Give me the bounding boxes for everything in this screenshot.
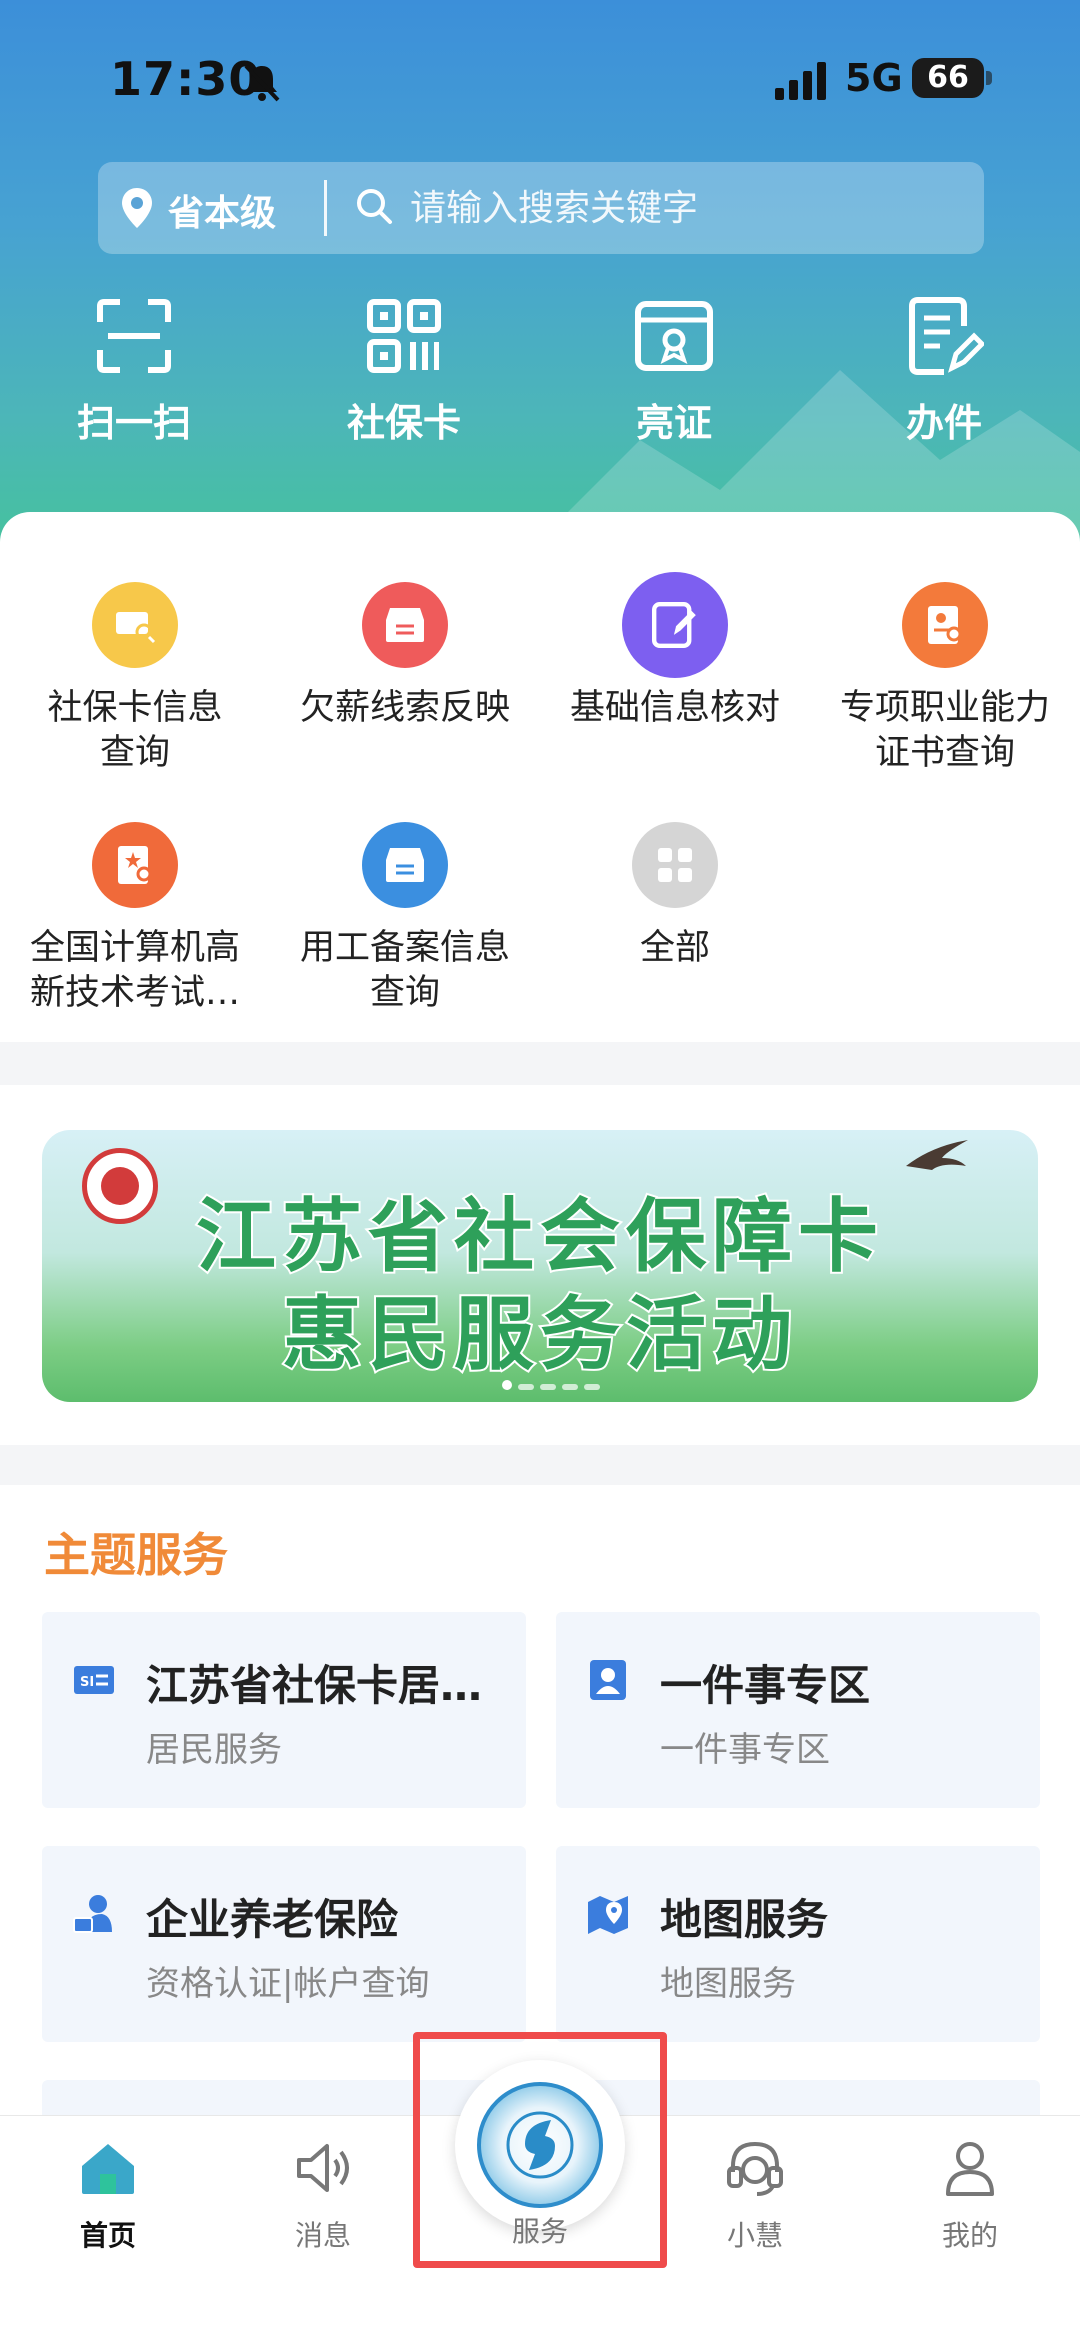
qr-code-icon (367, 299, 441, 373)
service-label-line2: 查询 (369, 973, 440, 1013)
service-item-vocational-certificate[interactable]: 专项职业能力 证书查询 (810, 582, 1080, 776)
edit-document-icon (909, 297, 984, 375)
tab-messages[interactable]: 消息 (243, 2136, 403, 2254)
quick-action-handle-case[interactable]: 办件 (854, 296, 1034, 447)
service-label-line2: 新技术考试… (29, 973, 240, 1013)
tile-title: 一件事专区 (660, 1661, 871, 1710)
tile-subtitle: 资格认证|帐户查询 (146, 1964, 430, 2004)
user-icon (946, 2142, 994, 2196)
tile-title: 企业养老保险 (146, 1895, 399, 1944)
quick-action-social-card[interactable]: 社保卡 (314, 296, 494, 447)
grid-icon (632, 822, 718, 908)
quick-action-label: 办件 (905, 401, 982, 445)
home-icon (82, 2144, 134, 2194)
service-label-line2: 查询 (99, 733, 170, 773)
service-item-basic-info-check[interactable]: 基础信息核对 (540, 572, 810, 731)
tile-title: 地图服务 (660, 1895, 829, 1944)
promo-banner[interactable]: 江苏省社会保障卡 惠民服务活动 (42, 1130, 1038, 1402)
quick-action-label: 扫一扫 (76, 401, 191, 445)
map-pin-icon (588, 1896, 628, 1934)
app-screen: 17:30 5G 66 省本级 请输入搜索关键字 扫一扫 社保卡 亮证 办件 社… (0, 0, 1080, 2341)
carousel-indicator (502, 1375, 622, 1390)
service-label: 全部 (639, 928, 710, 968)
status-bar: 17:30 5G 66 (0, 0, 1080, 150)
highlight-box (413, 2032, 667, 2268)
signal-icon (775, 62, 826, 100)
inbox-icon (362, 582, 448, 668)
service-label: 全国计算机高 (29, 928, 240, 968)
tile-title: 江苏省社保卡居… (146, 1661, 483, 1710)
quick-action-show-certificate[interactable]: 亮证 (584, 296, 764, 447)
theme-tile-map[interactable]: 地图服务 地图服务 (556, 1846, 1040, 2042)
search-bar[interactable]: 省本级 (98, 162, 984, 254)
pension-icon (73, 1895, 112, 1933)
headset-icon (727, 2141, 783, 2196)
quick-action-label: 社保卡 (346, 401, 461, 445)
mute-bell-icon (244, 64, 280, 102)
service-label: 专项职业能力 (839, 688, 1050, 728)
certificate-search-icon (902, 582, 988, 668)
theme-tile-pension[interactable]: 企业养老保险 资格认证|帐户查询 (42, 1846, 526, 2042)
certificate-icon (635, 301, 713, 371)
tile-subtitle: 居民服务 (146, 1730, 282, 1770)
battery-nub (986, 71, 992, 85)
network-type: 5G (845, 56, 903, 100)
service-grid: 社保卡信息查询 欠薪线索反映 基础信息核对 专项职业能力 证书查询 全国计算机高新… (0, 512, 1080, 1042)
search-divider (324, 180, 327, 236)
quick-action-label: 亮证 (635, 401, 712, 445)
edit-icon (622, 572, 728, 678)
theme-tile-social-card[interactable]: SI 江苏省社保卡居… 居民服务 (42, 1612, 526, 1808)
location-pin-icon[interactable] (120, 186, 154, 230)
theme-tile-one-thing[interactable]: 一件事专区 一件事专区 (556, 1612, 1040, 1808)
service-label: 用工备案信息 (299, 928, 510, 968)
swallow-icon (906, 1140, 968, 1170)
svg-text:SI: SI (80, 1675, 94, 1690)
service-item-wage-arrears[interactable]: 欠薪线索反映 (270, 582, 540, 731)
service-item-computer-exam[interactable]: 全国计算机高 新技术考试… (0, 822, 270, 1016)
scan-icon (97, 299, 171, 373)
search-icon (357, 189, 392, 224)
speaker-icon (297, 2144, 349, 2192)
service-item-all[interactable]: 全部 (540, 822, 810, 971)
section-title: 主题服务 (44, 1528, 228, 1582)
header: 17:30 5G 66 省本级 请输入搜索关键字 扫一扫 社保卡 亮证 办件 (0, 0, 1080, 560)
tab-label: 首页 (79, 2219, 136, 2252)
tab-label: 小慧 (726, 2219, 783, 2252)
battery-icon: 66 (912, 58, 984, 98)
exam-search-icon (92, 822, 178, 908)
si-card-icon: SI (74, 1666, 114, 1694)
tile-subtitle: 一件事专区 (660, 1730, 830, 1770)
tab-label: 我的 (941, 2219, 998, 2252)
tile-subtitle: 地图服务 (660, 1964, 796, 2004)
tab-label: 消息 (294, 2219, 351, 2252)
tab-home[interactable]: 首页 (28, 2136, 188, 2254)
tab-mine[interactable]: 我的 (890, 2136, 1050, 2254)
service-label: 基础信息核对 (569, 688, 780, 728)
card-search-icon (92, 582, 178, 668)
quick-action-scan[interactable]: 扫一扫 (44, 296, 224, 447)
inbox-icon (362, 822, 448, 908)
location-selector[interactable]: 省本级 (168, 184, 276, 236)
service-label: 欠薪线索反映 (299, 688, 510, 728)
status-time: 17:30 (110, 52, 262, 106)
service-label-line2: 证书查询 (874, 733, 1015, 773)
service-label: 社保卡信息 (47, 688, 223, 728)
person-badge-icon (590, 1660, 626, 1700)
search-input[interactable] (410, 182, 950, 234)
banner-title-line2: 惠民服务活动 (280, 1286, 798, 1383)
tab-assistant[interactable]: 小慧 (675, 2136, 835, 2254)
service-item-social-card-query[interactable]: 社保卡信息 查询 (0, 582, 270, 776)
service-item-employment-record[interactable]: 用工备案信息 查询 (270, 822, 540, 1016)
banner-section: 江苏省社会保障卡 惠民服务活动 (0, 1085, 1080, 1445)
